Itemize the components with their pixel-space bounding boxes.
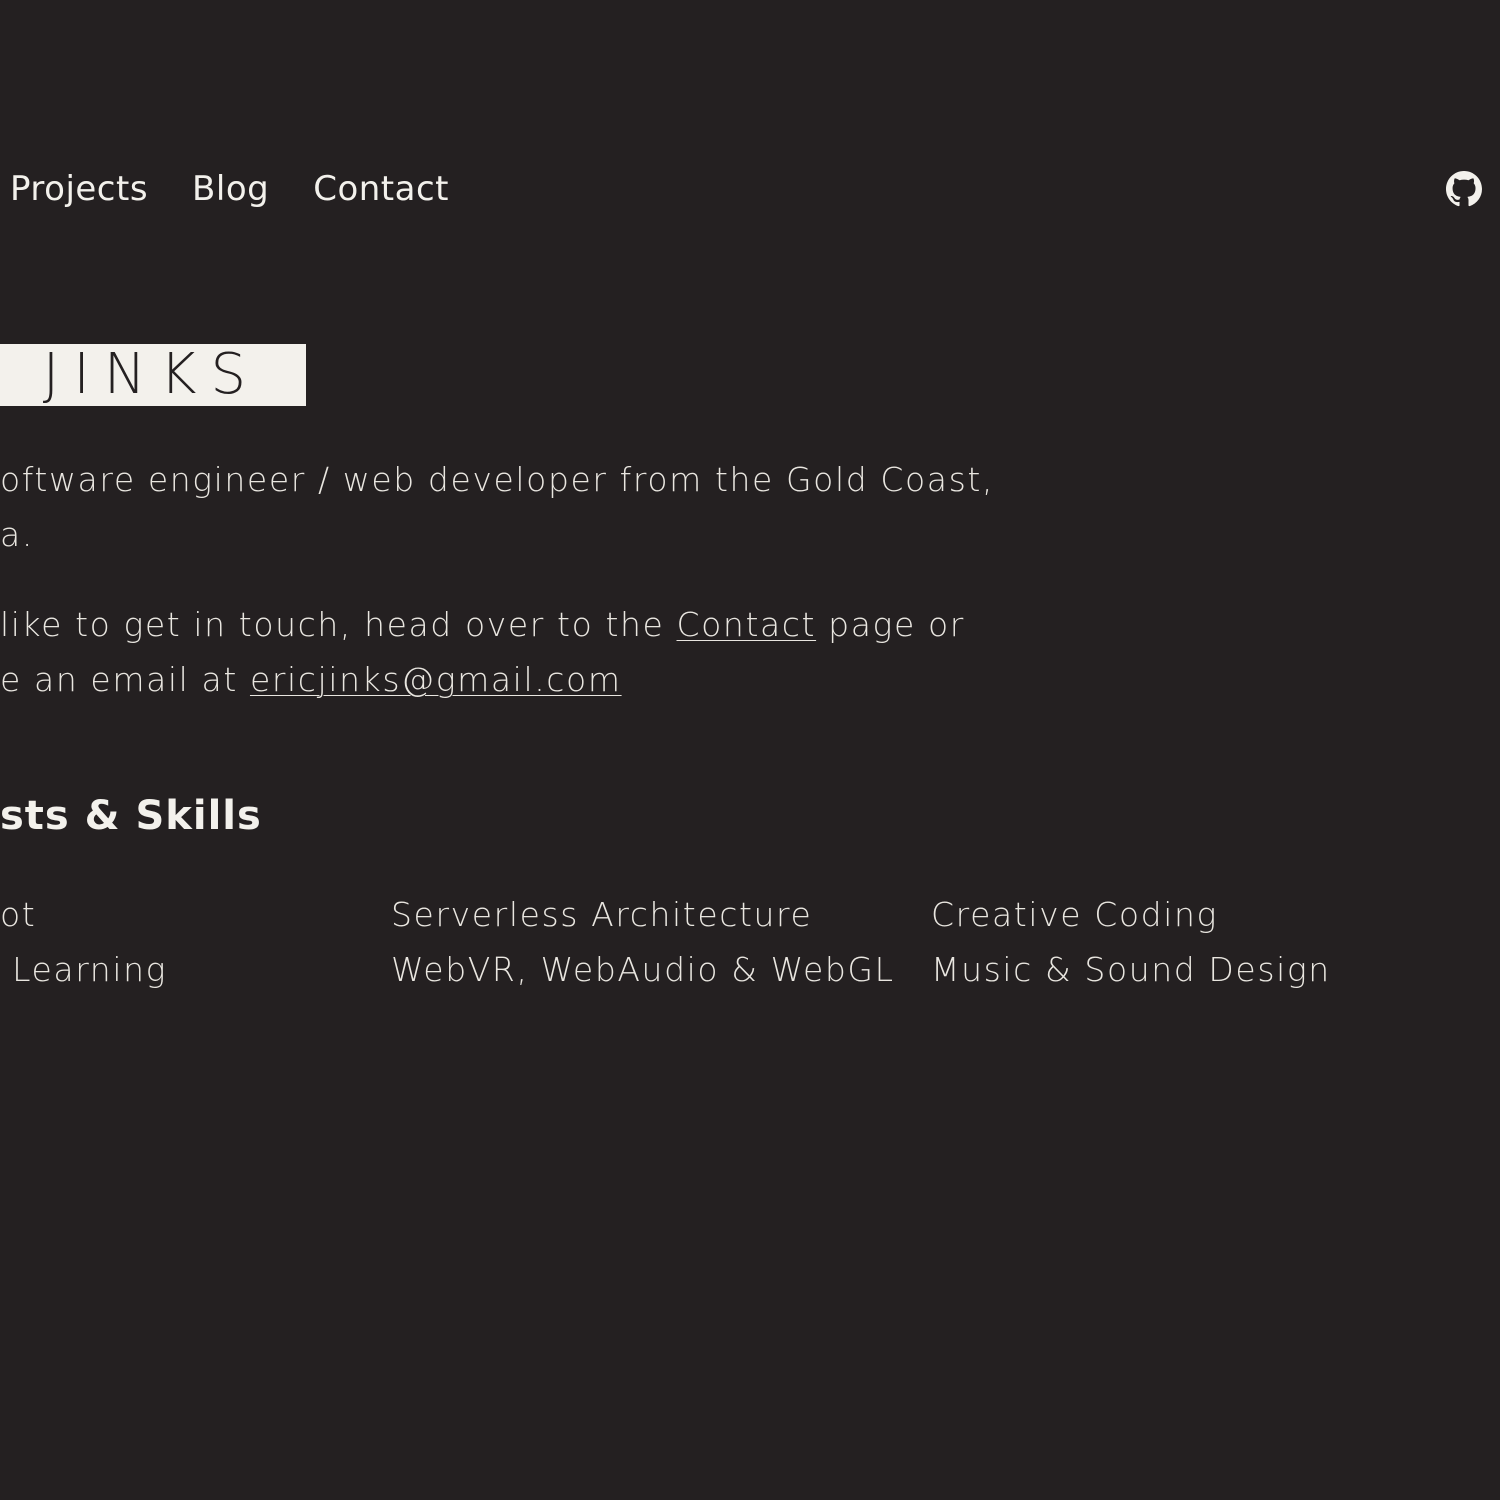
contact-link[interactable]: Contact [677,605,817,644]
contact-line-1: like to get in touch, head over to the C… [0,597,965,653]
nav-link-blog[interactable]: Blog [192,166,269,212]
email-text-before: e an email at [0,660,250,699]
nav-link-projects[interactable]: Projects [10,166,148,212]
email-link[interactable]: ericjinks@gmail.com [250,660,622,699]
intro-line-2: a. [0,515,34,554]
skills-heading: sts & Skills [0,793,262,839]
github-icon[interactable] [1446,171,1482,207]
skill-item: Serverless Architecture [391,895,813,934]
nav-link-contact[interactable]: Contact [313,166,449,212]
main-nav: Projects Blog Contact [10,166,493,212]
contact-text-before: like to get in touch, head over to the [0,605,677,644]
skill-item: Music & Sound Design [931,950,1331,989]
skill-item: Creative Coding [931,895,1218,934]
contact-text-after: page or [816,605,965,644]
contact-line-2: e an email at ericjinks@gmail.com [0,652,622,708]
intro-line-1: oftware engineer / web developer from th… [0,460,995,499]
skill-item: Learning [0,950,168,989]
name-banner: C JINKS [0,344,306,406]
skill-item: ot [0,895,37,934]
skill-item: WebVR, WebAudio & WebGL [391,950,895,989]
site-title: C JINKS [0,344,260,406]
